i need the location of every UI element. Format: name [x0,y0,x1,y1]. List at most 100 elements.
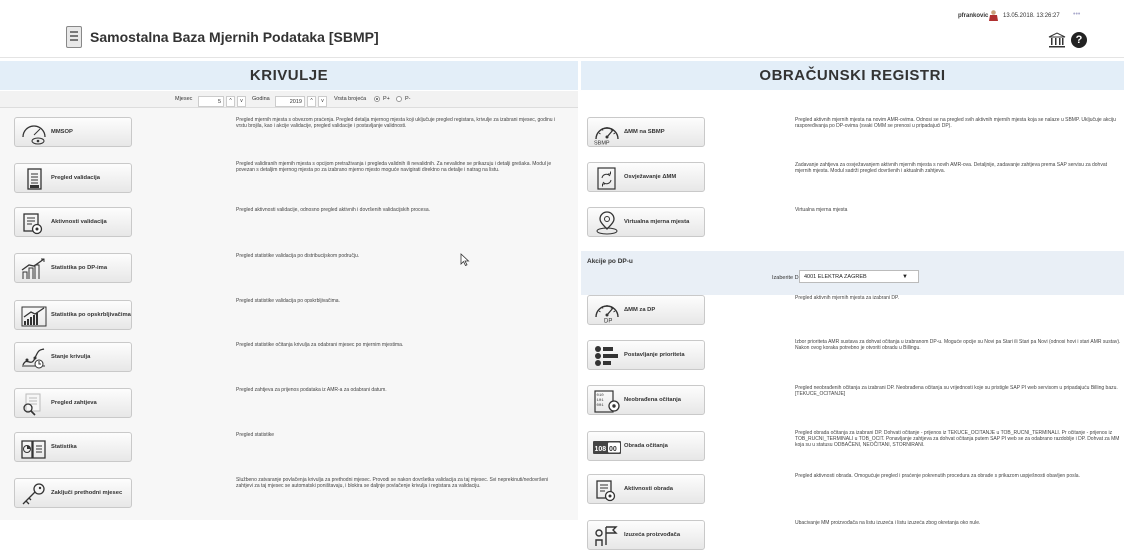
krivulje-panel: MMSOP Pregled mjernih mjesta s obvezom pr… [0,108,578,520]
docgear-icon [596,480,616,502]
prio-icon [595,346,618,366]
menu-description: Pregled aktivnih mjernih mjesta na novim… [795,117,1116,129]
meter-type-label: Vrsta brojeća [334,96,367,102]
menu-button-label: Stanje krivulja [51,354,91,360]
menu-button-obrada-očitanja[interactable]: 108 00 Obrada očitanja [587,431,705,461]
svg-text:108: 108 [595,446,607,453]
gauge-icon: SBMP [594,127,619,146]
more-menu-icon[interactable]: ••• [1073,11,1080,18]
menu-button-label: Obrada očitanja [624,443,668,449]
docgear-icon [23,213,43,235]
year-input[interactable]: 2019 [275,96,305,107]
radio-p-plus-label: P+ [383,96,390,102]
app-header: Samostalna Baza Mjernih Podataka [SBMP] … [0,0,1124,58]
menu-button-statistika-po-opskrbljivačima[interactable]: Statistika po opskrbljivačima [14,300,132,330]
section-title-krivulje: KRIVULJE [0,61,578,90]
stat-icon [21,258,45,279]
eye-icon [22,125,46,145]
menu-button-statistika-po-dp-ima[interactable]: Statistika po DP-ima [14,253,132,283]
menu-button-neobrađena-očitanja[interactable]: 010 101 001 Neobrađena očitanja [587,385,705,415]
tax-icon [595,526,618,546]
menu-description: Pregled statistike očitanja krivulja za … [236,342,404,348]
year-down-button[interactable]: v [318,96,327,107]
menu-button-label: Neobrađena očitanja [624,397,682,403]
menu-description: Zadavanje zahtjeva za osvježavanjem akti… [795,162,1108,174]
username[interactable]: pfrankovic [958,13,988,19]
menu-button-postavljanje-prioriteta[interactable]: Postavljanje prioriteta [587,340,705,370]
refresh-icon [597,167,616,190]
menu-description: Pregled neobrađenih očitanja za izabrani… [795,385,1118,397]
mouse-cursor-icon [460,253,470,266]
dp-actions-panel: Akcije po DP-u Izaberite DP: 4001 ELEKTR… [581,251,1124,295]
menu-description: Pregled validiranih mjernih mjesta s opc… [236,161,552,173]
month-input[interactable]: 5 [198,96,224,107]
svg-text:00: 00 [609,446,617,453]
svg-text:101: 101 [597,399,605,403]
menu-description: Pregled zahtjeva za prijenos podataka iz… [236,387,387,393]
reading-icon: 010101001 [594,390,620,413]
menu-description: Pregled aktivnosti validacije, odnosno p… [236,207,430,213]
radio-p-minus[interactable] [396,96,402,102]
menu-description: Pregled obrada očitanja za izabrani DP. … [795,430,1120,448]
help-icon[interactable]: ? [1071,32,1087,48]
year-label: Godina [252,96,270,102]
app-title: Samostalna Baza Mjernih Podataka [SBMP] [90,29,379,45]
month-down-button[interactable]: v [237,96,246,107]
user-avatar-icon[interactable] [989,10,998,21]
menu-button-pregled-zahtjeva[interactable]: Pregled zahtjeva [14,388,132,418]
menu-description: Pregled mjernih mjesta s obvezom praćenj… [236,117,556,129]
menu-button-label: Pregled zahtjeva [51,400,97,406]
search-icon [23,393,41,416]
book-icon [21,440,46,459]
menu-button-pregled-validacija[interactable]: Pregled validacija [14,163,132,193]
curve-icon [22,348,45,369]
dp-select[interactable]: 4001 ELEKTRA ZAGREB [799,270,919,283]
menu-button-statistika[interactable]: Statistika [14,432,132,462]
pin-icon [596,211,618,235]
menu-button-label: ΔMM za DP [624,307,656,313]
svg-text:DP: DP [604,319,612,324]
menu-description: Ubacivanje MM proizvođača na listu izuze… [795,520,981,526]
section-title-obracunski-registri: OBRAČUNSKI REGISTRI [581,61,1124,90]
menu-button-stanje-krivulja[interactable]: Stanje krivulja [14,342,132,372]
menu-button-mmsop[interactable]: MMSOP [14,117,132,147]
svg-text:SBMP: SBMP [594,141,610,146]
menu-button-label: Statistika [51,444,77,450]
svg-text:001: 001 [597,404,605,408]
menu-description: Pregled aktivnosti obrada. Omogućuje pre… [795,473,1080,479]
radio-p-plus[interactable] [374,96,380,102]
svg-text:010: 010 [597,394,605,398]
menu-description: Službeno zatvaranje povlačenja krivulja … [236,477,549,489]
menu-button-zaključi-prethodni-mjesec[interactable]: Zaključi prethodni mjesec [14,478,132,508]
menu-description: Pregled statistike validacija po distrib… [236,253,360,259]
menu-button--mm-na-sbmp[interactable]: SBMP ΔMM na SBMP [587,117,705,147]
session-datetime: 13.05.2018. 13:26:27 [1003,13,1060,19]
menu-button-virtualna-mjerna-mjesta[interactable]: Virtualna mjerna mjesta [587,207,705,237]
menu-button-label: Pregled validacija [51,175,100,181]
menu-button-label: Zaključi prethodni mjesec [51,490,123,496]
statbars-icon [21,306,47,327]
menu-description: Virtualna mjerna mjesta [795,207,848,213]
menu-button-izuzeća-proizvođača[interactable]: Izuzeća proizvođača [587,520,705,550]
menu-button-label: Postavljanje prioriteta [624,352,685,358]
menu-button-label: Aktivnosti obrada [624,486,673,492]
menu-button-label: Izuzeća proizvođača [624,532,681,538]
month-up-button[interactable]: ^ [226,96,235,107]
year-up-button[interactable]: ^ [307,96,316,107]
menu-button-label: Statistika po opskrbljivačima [51,312,131,318]
krivulje-filter-bar: Mjesec 5 ^ v Godina 2019 ^ v Vrsta broje… [0,91,578,108]
radio-p-minus-label: P- [405,96,411,102]
menu-description: Pregled statistike [236,432,275,438]
menu-button-label: Osvježavanje ΔMM [624,174,677,180]
menu-button-aktivnosti-obrada[interactable]: Aktivnosti obrada [587,474,705,504]
menu-button--mm-za-dp[interactable]: DP ΔMM za DP [587,295,705,325]
menu-button-aktivnosti-validacija[interactable]: Aktivnosti validacija [14,207,132,237]
institution-icon[interactable] [1048,32,1066,48]
reading-counter-icon: 108 00 [593,441,621,454]
app-logo-icon [66,26,82,48]
menu-button-osvježavanje-mm[interactable]: Osvježavanje ΔMM [587,162,705,192]
menu-description: Pregled statistike validacija po opskrbl… [236,298,340,304]
menu-button-label: ΔMM na SBMP [624,129,665,135]
month-label: Mjesec [175,96,193,102]
menu-button-label: Virtualna mjerna mjesta [624,219,690,225]
